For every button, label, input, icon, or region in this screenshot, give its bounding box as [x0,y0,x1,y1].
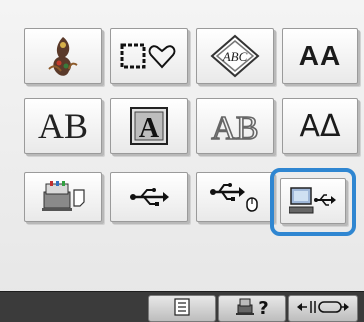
decorative-alphabet-text: AB [37,106,88,146]
computer-usb-icon [289,186,337,216]
bottom-toolbar: ? [0,291,364,322]
embroidery-machine-memory-icon [40,180,86,214]
greek-letters-text: AΔ [299,108,341,144]
pattern-selection-screen: ABC AA AB A AB AΔ ? [0,0,364,322]
decorative-alphabet-icon: AB [38,105,88,147]
outlined-letters-text: AB [211,110,258,146]
decorative-alphabet-button[interactable]: AB [24,98,102,154]
alphabet-pattern-button[interactable]: AA [282,28,358,84]
greek-letters-button[interactable]: AΔ [282,98,358,154]
framed-letter-icon: A [129,106,169,146]
sewing-machine-icon [235,297,255,321]
needle-frame-move-icon [297,299,349,319]
frame-pattern-button[interactable] [110,28,188,84]
greek-letters-icon: AΔ [299,109,340,144]
monogram-abc-icon: ABC [210,34,260,78]
embroidery-pattern-button[interactable] [24,28,102,84]
computer-usb-button[interactable] [280,178,346,224]
alphabet-font-icon: AA [299,40,341,72]
outlined-letters-icon: AB [204,106,266,146]
usb-media-button[interactable] [110,172,188,222]
machine-memory-button[interactable] [24,172,102,222]
pattern-list-button[interactable] [148,295,216,322]
frame-heart-shapes-icon [118,39,180,73]
usb-mouse-icon [209,182,261,212]
outlined-letters-button[interactable]: AB [196,98,274,154]
list-document-icon [174,297,190,320]
help-question-mark: ? [258,298,269,319]
machine-help-button[interactable]: ? [218,295,286,322]
framed-letter-button[interactable]: A [110,98,188,154]
alphabet-text: AA [298,40,342,71]
hoop-move-button[interactable] [288,295,358,322]
usb-icon [129,187,169,207]
usb-mouse-button[interactable] [196,172,274,222]
monogram-pattern-button[interactable]: ABC [196,28,274,84]
peacock-embroidery-icon [43,33,83,79]
framed-letter-text: A [139,113,160,144]
monogram-text: ABC [222,49,248,64]
